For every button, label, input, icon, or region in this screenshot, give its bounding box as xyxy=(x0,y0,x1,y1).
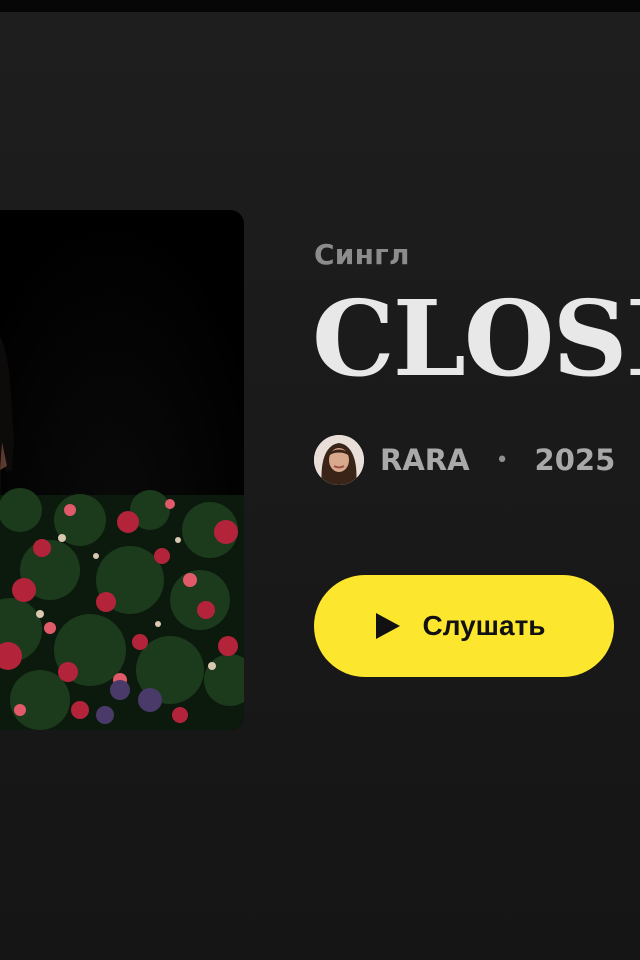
top-bar xyxy=(0,0,640,12)
album-cover[interactable] xyxy=(0,210,244,730)
listen-button-label: Слушать xyxy=(422,610,546,641)
artist-avatar[interactable] xyxy=(314,435,364,485)
release-meta: RARA • 2025 xyxy=(314,434,615,486)
play-icon xyxy=(376,613,401,639)
meta-separator: • xyxy=(495,447,509,473)
avatar-image xyxy=(314,435,364,485)
cover-art xyxy=(0,210,244,730)
release-page: Сингл CLOSE RARA • 2025 Слушать xyxy=(0,12,640,960)
release-type-label: Сингл xyxy=(314,238,410,271)
release-title: CLOSE xyxy=(312,277,640,400)
release-year: 2025 xyxy=(534,443,616,477)
listen-button[interactable]: Слушать xyxy=(314,575,614,677)
artist-name-link[interactable]: RARA xyxy=(380,443,470,477)
